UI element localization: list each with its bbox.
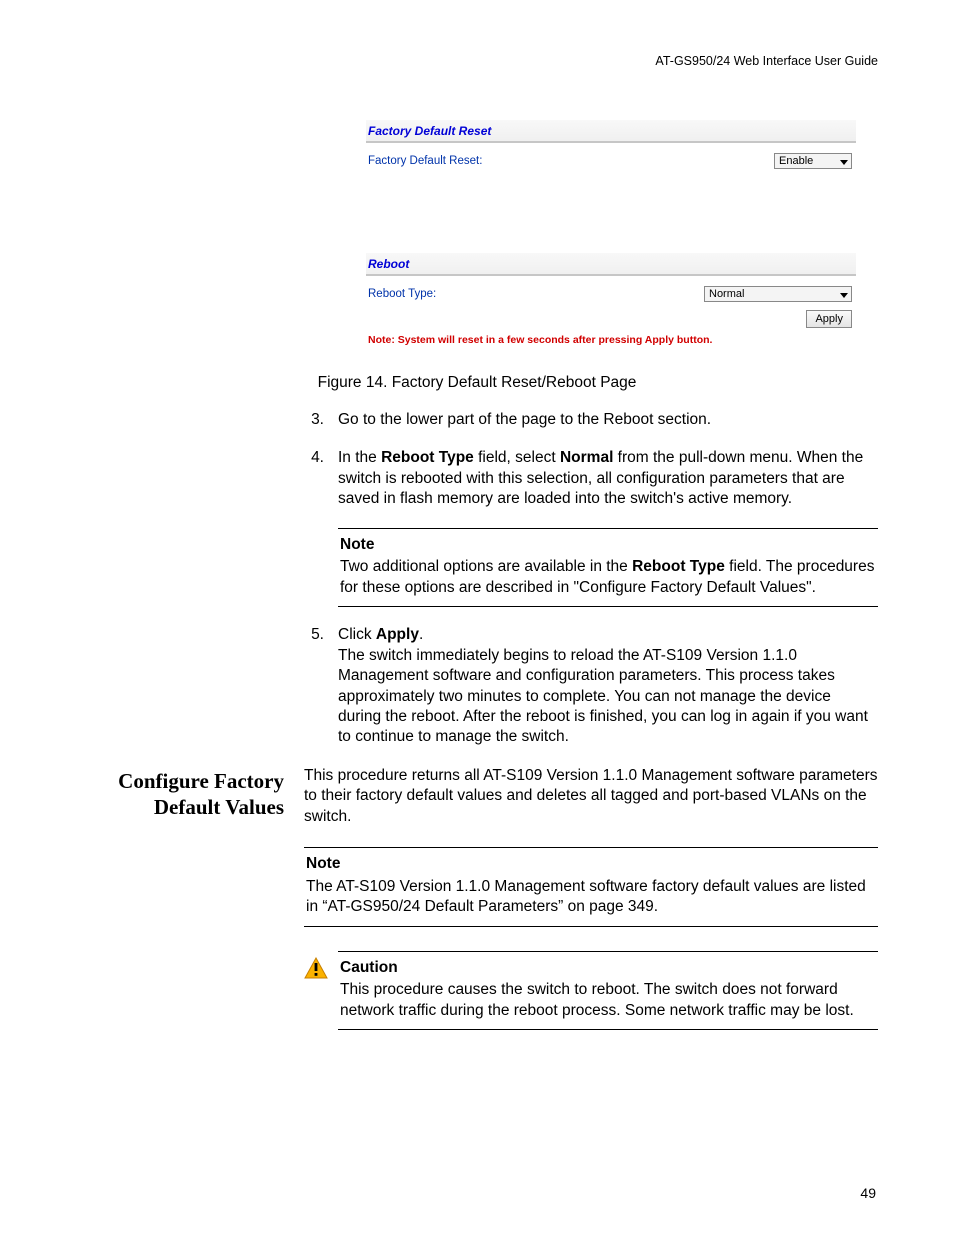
- factory-default-reset-label: Factory Default Reset:: [368, 155, 482, 167]
- reboot-type-label: Reboot Type:: [368, 288, 436, 300]
- text-bold: Reboot Type: [632, 558, 725, 575]
- factory-default-reset-row: Factory Default Reset: Enable: [366, 143, 856, 173]
- caution-block: Caution This procedure causes the switch…: [338, 951, 878, 1030]
- section-configure-factory-default: Configure Factory Default Values This pr…: [76, 766, 878, 1030]
- text: Two additional options are available in …: [340, 558, 632, 575]
- running-header: AT-GS950/24 Web Interface User Guide: [76, 54, 878, 68]
- text: .: [419, 626, 423, 643]
- text: In the: [338, 449, 381, 466]
- reset-warning-note: Note: System will reset in a few seconds…: [366, 330, 856, 348]
- step-4: 4. In the Reboot Type field, select Norm…: [304, 448, 878, 509]
- figure-caption: Figure 14. Factory Default Reset/Reboot …: [76, 374, 878, 392]
- caution-title: Caution: [340, 958, 876, 978]
- note-block: Note The AT-S109 Version 1.1.0 Managemen…: [304, 847, 878, 926]
- text: field, select: [474, 449, 560, 466]
- step-body: Go to the lower part of the page to the …: [338, 410, 878, 430]
- document-page: AT-GS950/24 Web Interface User Guide Fac…: [0, 0, 954, 1235]
- text-bold: Apply: [376, 626, 419, 643]
- text-bold: Reboot Type: [381, 449, 474, 466]
- chevron-down-icon: [840, 160, 848, 165]
- step-number: 3.: [304, 410, 324, 430]
- factory-default-reset-header: Factory Default Reset: [366, 120, 856, 143]
- page-number: 49: [860, 1185, 876, 1201]
- step-body: In the Reboot Type field, select Normal …: [338, 448, 878, 509]
- note-body: The AT-S109 Version 1.1.0 Management sof…: [306, 877, 876, 918]
- text: Click: [338, 626, 376, 643]
- note-body: Two additional options are available in …: [340, 557, 876, 598]
- reboot-header: Reboot: [366, 253, 856, 276]
- section-body: This procedure returns all AT-S109 Versi…: [304, 766, 878, 1030]
- factory-default-reset-select[interactable]: Enable: [774, 153, 852, 169]
- text-bold: Normal: [560, 449, 613, 466]
- chevron-down-icon: [840, 293, 848, 298]
- apply-button[interactable]: Apply: [806, 310, 852, 328]
- reboot-type-select[interactable]: Normal: [704, 286, 852, 302]
- step-number: 5.: [304, 625, 324, 748]
- step-number: 4.: [304, 448, 324, 509]
- step-body: Click Apply. The switch immediately begi…: [338, 625, 878, 748]
- caution-body: This procedure causes the switch to rebo…: [340, 980, 876, 1021]
- reboot-type-row: Reboot Type: Normal: [366, 276, 856, 306]
- select-value: Normal: [709, 288, 744, 300]
- note-block: Note Two additional options are availabl…: [338, 528, 878, 607]
- step-3: 3. Go to the lower part of the page to t…: [304, 410, 878, 430]
- caution-icon: [304, 957, 328, 979]
- text: The switch immediately begins to reload …: [338, 646, 878, 748]
- caution-row: Caution This procedure causes the switch…: [304, 951, 878, 1030]
- embedded-screenshot: Factory Default Reset Factory Default Re…: [366, 120, 856, 348]
- select-value: Enable: [779, 155, 813, 167]
- procedure-steps: 3. Go to the lower part of the page to t…: [304, 410, 878, 748]
- step-5: 5. Click Apply. The switch immediately b…: [304, 625, 878, 748]
- intro-paragraph: This procedure returns all AT-S109 Versi…: [304, 766, 878, 827]
- note-title: Note: [306, 854, 876, 874]
- note-title: Note: [340, 535, 876, 555]
- side-heading: Configure Factory Default Values: [76, 766, 284, 1030]
